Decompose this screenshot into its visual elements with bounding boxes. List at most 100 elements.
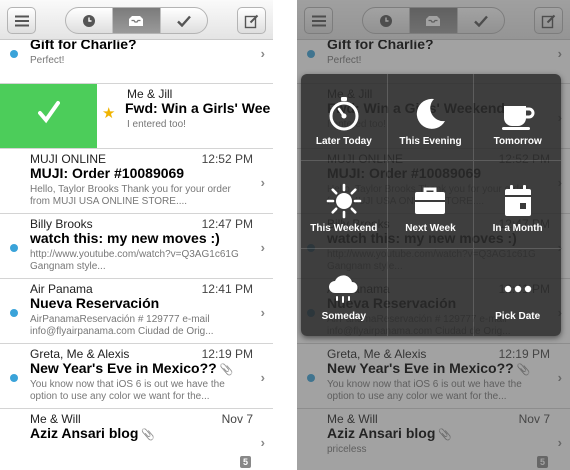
email-preview: http://www.youtube.com/watch?v=Q3AG1c61G…: [30, 249, 239, 272]
inbox-tab[interactable]: [410, 8, 458, 33]
email-sender: Billy Brooks: [30, 217, 93, 231]
email-list: Alexis & MeOct 29Gift for Charlie?Perfec…: [0, 20, 273, 470]
email-preview: Perfect!: [327, 55, 362, 66]
snooze-option[interactable]: This Weekend: [301, 161, 388, 249]
email-sender: MUJI ONLINE: [30, 152, 107, 166]
paperclip-icon: 📎: [516, 364, 531, 376]
briefcase-icon: [412, 183, 448, 219]
email-subject: MUJI: Order #10089069: [30, 165, 184, 181]
email-time: Nov 7: [221, 412, 253, 426]
email-preview: Hello, Taylor Brooks Thank you for your …: [30, 184, 231, 207]
chevron-right-icon: ›: [260, 435, 265, 450]
unread-dot: [10, 309, 18, 317]
email-preview: AirPanamaReservación # 129777 e-mail inf…: [30, 314, 214, 337]
stopwatch-icon: [326, 96, 362, 132]
email-subject-text: Nueva Reservación: [30, 295, 160, 311]
folder-segmented-control: [362, 7, 505, 34]
snooze-option-label: In a Month: [492, 223, 543, 235]
later-tab[interactable]: [66, 8, 114, 33]
swipe-done-action[interactable]: [0, 84, 97, 148]
snooze-option[interactable]: This Evening: [387, 74, 475, 162]
unread-dot: [10, 50, 18, 58]
email-subject: Aziz Ansari blog 📎: [327, 425, 452, 441]
chevron-right-icon: ›: [260, 370, 265, 385]
email-time: 12:19 PM: [498, 347, 550, 361]
email-time: 12:41 PM: [201, 282, 253, 296]
thread-count-badge: 5: [239, 456, 251, 468]
paperclip-icon: 📎: [438, 429, 453, 441]
snooze-option[interactable]: Tomorrow: [474, 74, 561, 162]
chevron-right-icon: ›: [557, 46, 562, 61]
email-sender: Me & Will: [30, 412, 81, 426]
checkmark-icon: [176, 15, 191, 27]
chevron-right-icon: ›: [260, 46, 265, 61]
snooze-option[interactable]: Pick Date: [474, 249, 561, 336]
inbox-tab[interactable]: [113, 8, 161, 33]
snooze-option[interactable]: Next Week: [387, 161, 475, 249]
compose-button[interactable]: [534, 7, 563, 34]
snooze-option-label: Later Today: [315, 136, 372, 147]
left-phone-screen: Alexis & MeOct 29Gift for Charlie?Perfec…: [0, 0, 273, 470]
later-tab[interactable]: [363, 8, 411, 33]
coffee-cup-icon: [500, 96, 536, 132]
email-subject: Nueva Reservación: [30, 295, 159, 311]
email-row[interactable]: Me & Will Nov 7 Aziz Ansari blog 📎 5 ›: [0, 409, 273, 470]
clock-icon: [380, 14, 393, 27]
email-row[interactable]: Greta, Me & Alexis 12:19 PM New Year's Eve…: [297, 344, 570, 409]
more-dots-icon: [500, 271, 536, 307]
menu-button[interactable]: [7, 7, 36, 34]
sun-icon: [326, 183, 362, 219]
folder-segmented-control: [65, 7, 208, 34]
email-row[interactable]: Air Panama 12:41 PM Nueva Reservación AirPa…: [0, 279, 273, 344]
chevron-right-icon: ›: [260, 175, 265, 190]
swiped-email-row[interactable]: ★ Me & Jill Fwd: Win a Girls' Wee I entered…: [0, 84, 273, 149]
unread-dot: [10, 244, 18, 252]
email-row[interactable]: Me & Will Nov 7 Aziz Ansari blog 📎 priceless…: [297, 409, 570, 470]
email-subject-text: New Year's Eve in Mexico??: [30, 360, 217, 376]
snooze-option-label: This Evening: [399, 136, 462, 147]
done-tab[interactable]: [458, 8, 504, 33]
compose-button[interactable]: [237, 7, 266, 34]
hamburger-icon: [311, 15, 326, 26]
email-subject: watch this: my new moves :): [30, 230, 220, 246]
paperclip-icon: 📎: [219, 364, 234, 376]
snooze-option[interactable]: Later Today: [301, 74, 388, 162]
chevron-right-icon: ›: [557, 435, 562, 450]
email-sender: Greta, Me & Alexis: [30, 347, 130, 361]
snooze-option-label: Pick Date: [495, 310, 541, 322]
email-subject-text: New Year's Eve in Mexico??: [327, 360, 514, 376]
email-time: 12:47 PM: [201, 217, 253, 231]
snooze-option[interactable]: In a Month: [474, 161, 561, 249]
paperclip-icon: 📎: [141, 429, 156, 441]
inbox-icon: [426, 15, 441, 26]
snooze-option[interactable]: Someday: [301, 248, 388, 336]
email-subject: New Year's Eve in Mexico?? 📎: [30, 360, 233, 376]
email-preview: Perfect!: [30, 55, 65, 66]
unread-dot: [10, 374, 18, 382]
unread-dot: [307, 374, 315, 382]
compose-icon: [541, 14, 555, 28]
checkmark-icon: [473, 15, 488, 27]
email-row[interactable]: MUJI ONLINE 12:52 PM MUJI: Order #10089069…: [0, 149, 273, 214]
email-row[interactable]: Greta, Me & Alexis 12:19 PM New Year's Eve…: [0, 344, 273, 409]
chevron-right-icon: ›: [557, 370, 562, 385]
email-subject-text: Aziz Ansari blog: [30, 425, 139, 441]
email-subject-text: MUJI: Order #10089069: [30, 165, 185, 181]
snooze-option-label: Tomorrow: [493, 136, 542, 147]
done-tab[interactable]: [161, 8, 207, 33]
top-toolbar: [0, 0, 273, 40]
email-preview: priceless: [327, 444, 367, 455]
email-subject: Aziz Ansari blog 📎: [30, 425, 155, 441]
email-preview: I entered too!: [127, 119, 186, 130]
rain-cloud-icon: [326, 271, 362, 307]
compose-icon: [244, 14, 258, 28]
email-subject: Fwd: Win a Girls' Wee: [125, 100, 271, 116]
email-sender: Air Panama: [30, 282, 93, 296]
email-time: Nov 7: [518, 412, 550, 426]
email-row[interactable]: Billy Brooks 12:47 PMwatch this: my new m…: [0, 214, 273, 279]
checkmark-icon: [38, 101, 60, 124]
email-row-content: ★ Me & Jill Fwd: Win a Girls' Wee I entered…: [97, 84, 273, 148]
email-time: 12:19 PM: [201, 347, 253, 361]
menu-button[interactable]: [304, 7, 333, 34]
snooze-option-label: Someday: [321, 310, 367, 322]
